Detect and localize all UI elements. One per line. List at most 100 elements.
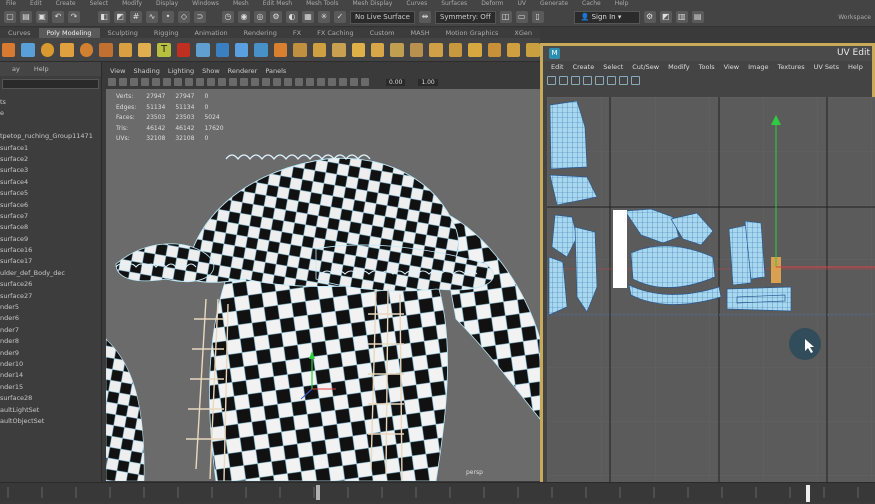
time-slider[interactable] [0, 482, 875, 502]
ao-icon[interactable] [284, 78, 292, 86]
symmetry-dropdown[interactable]: Symmetry: Off [434, 10, 496, 24]
target-weld-icon[interactable] [448, 42, 463, 57]
bookmarks-icon[interactable] [130, 78, 138, 86]
menu-item[interactable]: Edit [30, 0, 42, 8]
average-icon[interactable] [293, 42, 307, 57]
channel-box-icon[interactable]: ▥ [675, 11, 688, 23]
wireframe-icon[interactable] [218, 78, 226, 86]
camera-icon[interactable] [108, 78, 116, 86]
viewport-menu-item[interactable]: Renderer [228, 66, 258, 76]
save-scene-icon[interactable]: ▣ [36, 11, 48, 23]
outliner-item[interactable]: nder7 [0, 325, 101, 336]
xray-icon[interactable] [339, 78, 347, 86]
aa-icon[interactable] [306, 78, 314, 86]
new-scene-icon[interactable]: ▢ [4, 11, 16, 23]
shelf-tab[interactable]: XGen [506, 28, 540, 38]
wire-on-shaded-icon[interactable] [240, 78, 248, 86]
bevel-icon[interactable] [371, 42, 385, 57]
backface-icon[interactable] [361, 78, 369, 86]
offset-loop-icon[interactable] [526, 42, 540, 57]
menu-item[interactable]: Cache [582, 0, 601, 8]
shelf-tab[interactable]: Animation [187, 28, 236, 38]
shelf-tab[interactable]: Curves [0, 28, 39, 38]
render-settings-icon[interactable]: ⚙ [270, 11, 282, 23]
outliner-item[interactable]: nder8 [0, 336, 101, 347]
live-surface-dropdown[interactable]: No Live Surface [350, 10, 415, 24]
textured-icon[interactable] [251, 78, 259, 86]
uv-snapshot-icon[interactable] [619, 75, 628, 85]
fill-hole-icon[interactable] [332, 42, 346, 57]
toggle-icon[interactable]: ◩ [659, 11, 672, 23]
outliner-item[interactable]: surface16 [0, 245, 101, 256]
viewport-menu-item[interactable]: Show [202, 66, 220, 76]
viewport-menu-item[interactable]: View [110, 66, 125, 76]
symmetry-icon[interactable]: ⇹ [418, 11, 431, 23]
snap-curve-icon[interactable]: ∿ [146, 11, 158, 23]
combine-icon[interactable] [196, 42, 210, 57]
uv-menu-item[interactable]: UV Sets [814, 61, 839, 73]
booleans-icon[interactable] [254, 42, 268, 57]
render-view-icon[interactable]: ▦ [302, 11, 314, 23]
select-mode-icon[interactable]: ◧ [98, 11, 110, 23]
outliner-item[interactable]: surface4 [0, 177, 101, 188]
insert-loop-icon[interactable] [506, 42, 521, 57]
menu-item[interactable]: Edit Mesh [263, 0, 292, 8]
uv-menu-item[interactable]: Cut/Sew [632, 61, 659, 73]
shelf-tab[interactable]: FX [285, 28, 309, 38]
sign-in-dropdown[interactable]: 👤 Sign In ▾ [573, 10, 640, 24]
uv-menu-item[interactable]: Modify [668, 61, 690, 73]
shelf-tab[interactable]: FX Caching [309, 28, 362, 38]
undo-icon[interactable]: ↶ [52, 11, 64, 23]
bridge-edge-icon[interactable] [390, 42, 404, 57]
outliner-item[interactable]: ulder_def_Body_dec [0, 268, 101, 279]
extract-icon[interactable] [235, 42, 249, 57]
grid-icon[interactable] [152, 78, 160, 86]
outliner-item[interactable]: nder6 [0, 313, 101, 324]
ok-icon[interactable]: ✓ [334, 11, 346, 23]
uv-editor-titlebar[interactable]: M UV Edit [543, 46, 872, 61]
outliner-item[interactable]: e [0, 108, 101, 119]
smooth-shade-icon[interactable] [229, 78, 237, 86]
image-plane-icon[interactable] [141, 78, 149, 86]
menu-item[interactable]: Help [615, 0, 629, 8]
viewport-3d[interactable]: persp [106, 89, 540, 481]
outliner-item[interactable]: tpetop_ruching_Group11471 [0, 131, 101, 142]
outliner-menu-help[interactable]: Help [34, 62, 49, 76]
viewport-menu-item[interactable]: Lighting [168, 66, 194, 76]
shelf-tab[interactable]: Rendering [236, 28, 285, 38]
poly-cone-icon[interactable] [60, 42, 74, 57]
shelf-toggle-icon[interactable]: ▭ [515, 11, 528, 23]
workspace-label[interactable]: Workspace [838, 14, 871, 21]
outliner-item[interactable]: surface5 [0, 188, 101, 199]
resolution-gate-icon[interactable] [174, 78, 182, 86]
motion-blur-icon[interactable] [295, 78, 303, 86]
outliner-item[interactable]: nder5 [0, 302, 101, 313]
ipr-icon[interactable]: ◎ [254, 11, 266, 23]
hypershade-icon[interactable]: ◐ [286, 11, 298, 23]
open-scene-icon[interactable]: ▤ [20, 11, 32, 23]
safe-action-icon[interactable] [207, 78, 215, 86]
outliner-item[interactable]: surface27 [0, 291, 101, 302]
channel-toggle-icon[interactable]: ▯ [531, 11, 544, 23]
uv-menu-item[interactable]: Create [573, 61, 595, 73]
settings-icon[interactable]: ⚙ [643, 11, 656, 23]
current-frame-marker[interactable] [316, 485, 320, 500]
component-mode-icon[interactable]: ◩ [114, 11, 126, 23]
outliner-item[interactable]: aultObjectSet [0, 416, 101, 427]
isolate-icon[interactable] [328, 78, 336, 86]
uv-canvas[interactable] [547, 97, 875, 490]
render-icon[interactable]: ◉ [238, 11, 250, 23]
viewport-menu-item[interactable]: Panels [265, 66, 286, 76]
outliner-item[interactable]: nder14 [0, 370, 101, 381]
outliner-item[interactable]: aultLightSet [0, 405, 101, 416]
light-editor-icon[interactable]: ✳ [318, 11, 330, 23]
field-chart-icon[interactable] [196, 78, 204, 86]
svg-tool-icon[interactable] [176, 42, 191, 57]
uv-borders-icon[interactable] [607, 75, 616, 85]
poly-disc-icon[interactable] [118, 42, 132, 57]
uv-menu-item[interactable]: Select [603, 61, 623, 73]
outliner-item[interactable]: surface1 [0, 143, 101, 154]
menu-item[interactable]: Display [156, 0, 178, 8]
uv-menu-item[interactable]: Tools [699, 61, 715, 73]
redo-icon[interactable]: ↷ [68, 11, 80, 23]
